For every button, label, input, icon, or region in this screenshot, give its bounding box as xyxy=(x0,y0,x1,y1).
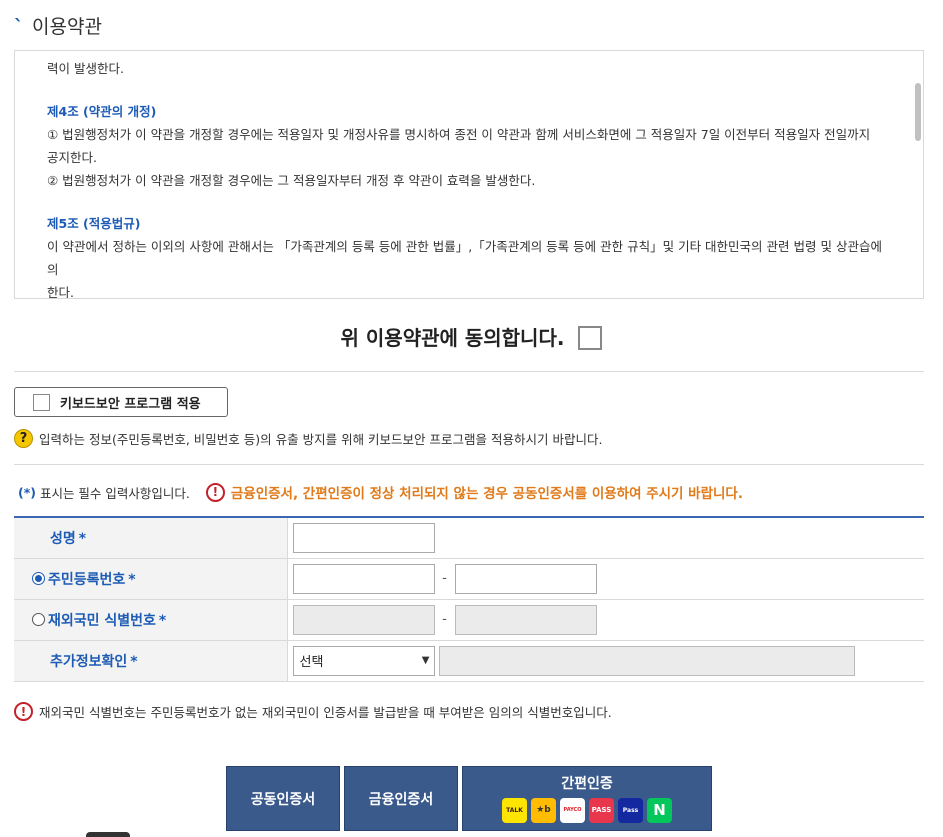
question-icon: ? xyxy=(14,429,33,448)
keyboard-security-checkbox[interactable] xyxy=(33,393,50,411)
simple-auth-providers: TALK ★b PAYCO PASS Pass N xyxy=(502,798,672,823)
terms-article-title: 제4조 (약관의 개정) xyxy=(47,104,157,119)
rrn-label: 주민등록번호 xyxy=(48,571,126,588)
foreign-label-cell[interactable]: 재외국민 식별번호 * xyxy=(14,599,288,641)
keyboard-security-button[interactable]: 키보드보안 프로그램 적용 xyxy=(14,387,228,417)
rrn-front-input[interactable] xyxy=(292,563,435,594)
foreign-label: 재외국민 식별번호 xyxy=(48,612,156,629)
title-marker-icon: ` xyxy=(14,16,24,38)
terms-line: 력이 발생한다. xyxy=(47,61,124,76)
foreign-front-input[interactable] xyxy=(292,604,435,635)
extra-value-cell: 선택 ▼ xyxy=(287,640,924,682)
name-value-cell xyxy=(287,517,924,559)
terms-box[interactable]: 력이 발생한다. 제4조 (약관의 개정) ① 법원행정처가 이 약관을 개정할… xyxy=(14,50,924,299)
extra-select-value: 선택 xyxy=(299,655,324,670)
terms-article-title: 제5조 (적용법규) xyxy=(47,216,141,231)
joint-certificate-label: 공동인증서 xyxy=(250,791,316,808)
rrn-radio[interactable] xyxy=(32,571,45,585)
bottom-partial-element xyxy=(86,832,130,837)
section-title: ` 이용약관 xyxy=(14,12,102,39)
form-row-extra: 추가정보확인 * 선택 ▼ xyxy=(14,640,924,682)
rrn-label-cell[interactable]: 주민등록번호 * xyxy=(14,558,288,600)
agree-checkbox[interactable] xyxy=(578,326,603,350)
simple-auth-label: 간편인증 xyxy=(561,776,613,792)
keyboard-info: ? 입력하는 정보(주민등록번호, 비밀번호 등)의 유출 방지를 위해 키보드… xyxy=(14,429,602,448)
terms-line: 공지한다. xyxy=(47,150,97,165)
required-text: 표시는 필수 입력사항입니다. xyxy=(39,485,190,501)
terms-line: ① 법원행정처가 이 약관을 개정할 경우에는 적용일자 및 개정사유를 명시하… xyxy=(47,127,871,142)
warning-icon: ! xyxy=(205,482,225,502)
samsung-pass-icon: Pass xyxy=(618,798,643,823)
terms-line: ② 법원행정처가 이 약관을 개정할 경우에는 그 적용일자부터 개정 후 약관… xyxy=(47,173,536,188)
extra-label: 추가정보확인 xyxy=(50,653,128,670)
finance-certificate-label: 금융인증서 xyxy=(368,791,434,808)
kakao-talk-icon: TALK xyxy=(502,798,527,823)
required-notice: (*) 표시는 필수 입력사항입니다. ! 금융인증서, 간편인증이 정상 처리… xyxy=(18,482,743,502)
naver-icon: N xyxy=(647,798,672,823)
terms-scrollbar[interactable] xyxy=(915,83,921,141)
dropdown-arrow-icon: ▼ xyxy=(421,655,430,666)
finance-certificate-button[interactable]: 금융인증서 xyxy=(344,766,458,831)
divider xyxy=(14,464,924,465)
extra-select[interactable]: 선택 ▼ xyxy=(292,645,435,676)
foreign-value-cell: - xyxy=(287,599,924,641)
rrn-back-input[interactable] xyxy=(454,563,597,594)
rrn-value-cell: - xyxy=(287,558,924,600)
foreign-dash: - xyxy=(442,612,447,627)
required-star: * xyxy=(78,530,87,547)
foreign-id-note-text: 재외국민 식별번호는 주민등록번호가 없는 재외국민이 인증서를 발급받을 때 … xyxy=(39,705,612,720)
terms-line: 한다. xyxy=(47,285,74,298)
form-row-rrn: 주민등록번호 * - xyxy=(14,558,924,600)
identity-form: 성명 * 주민등록번호 * - 재외국민 식별번호 * - 추가정보확인 * 선택 ▼ xyxy=(14,516,924,682)
cert-warning: ! 금융인증서, 간편인증이 정상 처리되지 않는 경우 공동인증서를 이용하여… xyxy=(205,482,743,502)
kb-icon: ★b xyxy=(531,798,556,823)
joint-certificate-button[interactable]: 공동인증서 xyxy=(226,766,340,831)
keyboard-info-text: 입력하는 정보(주민등록번호, 비밀번호 등)의 유출 방지를 위해 키보드보안… xyxy=(39,432,603,447)
required-star: * xyxy=(130,653,138,670)
name-label: 성명 xyxy=(50,530,76,547)
required-star: * xyxy=(128,571,136,588)
foreign-back-input[interactable] xyxy=(454,604,597,635)
form-row-foreign: 재외국민 식별번호 * - xyxy=(14,599,924,641)
required-star: * xyxy=(158,612,167,629)
extra-label-cell: 추가정보확인 * xyxy=(14,640,288,682)
divider xyxy=(14,371,924,372)
foreign-radio[interactable] xyxy=(32,612,45,626)
terms-content: 력이 발생한다. 제4조 (약관의 개정) ① 법원행정처가 이 약관을 개정할… xyxy=(15,51,909,298)
required-mark: (*) xyxy=(18,484,36,500)
payco-icon: PAYCO xyxy=(560,798,585,823)
name-input[interactable] xyxy=(292,522,435,553)
warning-icon: ! xyxy=(14,702,33,721)
foreign-id-note: ! 재외국민 식별번호는 주민등록번호가 없는 재외국민이 인증서를 발급받을 … xyxy=(14,702,612,721)
pass-icon: PASS xyxy=(589,798,614,823)
keyboard-security-label: 키보드보안 프로그램 적용 xyxy=(60,396,201,412)
section-title-text: 이용약관 xyxy=(32,16,102,38)
agree-label: 위 이용약관에 동의합니다. xyxy=(340,326,565,350)
terms-line: 이 약관에서 정하는 이외의 사항에 관해서는 「가족관계의 등록 등에 관한 … xyxy=(47,239,882,277)
form-row-name: 성명 * xyxy=(14,517,924,559)
simple-auth-button[interactable]: 간편인증 TALK ★b PAYCO PASS Pass N xyxy=(462,766,712,831)
extra-info-input[interactable] xyxy=(438,645,855,676)
agree-row: 위 이용약관에 동의합니다. xyxy=(0,322,943,351)
name-label-cell: 성명 * xyxy=(14,517,288,559)
cert-warning-text: 금융인증서, 간편인증이 정상 처리되지 않는 경우 공동인증서를 이용하여 주… xyxy=(230,486,743,502)
rrn-dash: - xyxy=(442,571,447,586)
